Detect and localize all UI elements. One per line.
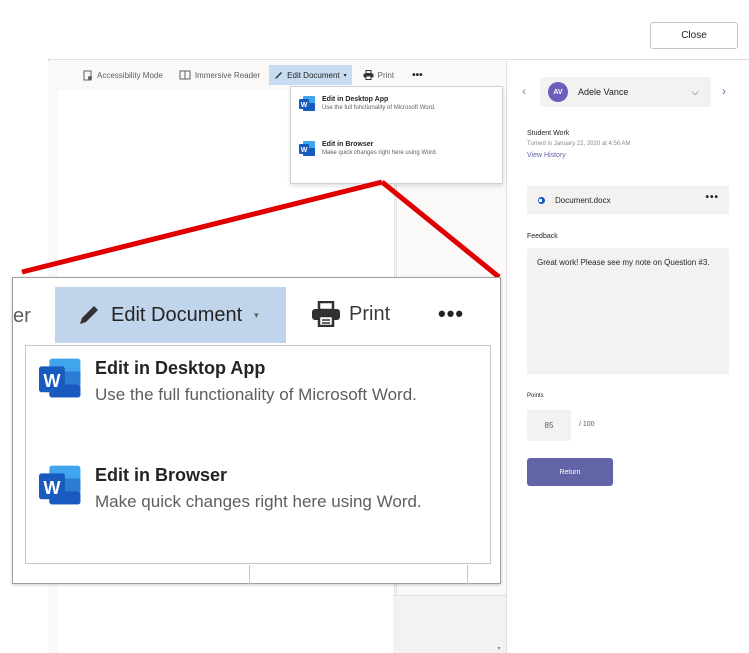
svg-text:W: W xyxy=(43,371,61,391)
chevron-down-icon: ▾ xyxy=(343,72,347,79)
document-toolbar: Accessibility Mode Immersive Reader Edit… xyxy=(48,61,507,89)
zoomed-print-label: Print xyxy=(349,302,391,325)
printer-icon xyxy=(312,301,340,327)
menu-item-title: Edit in Browser xyxy=(322,141,374,148)
svg-text:W: W xyxy=(301,147,308,154)
return-button[interactable]: Return xyxy=(527,458,613,486)
student-selector[interactable]: AV Adele Vance ⌵ xyxy=(540,77,711,107)
feedback-label: Feedback xyxy=(527,233,558,240)
points-label: Points xyxy=(527,393,544,399)
svg-text:W: W xyxy=(43,478,61,498)
edit-document-label: Edit Document xyxy=(287,70,340,80)
turned-in-timestamp: Turned in January 22, 2020 at 4:56 AM xyxy=(527,141,631,147)
zoomed-print-button[interactable]: Print xyxy=(311,301,390,327)
edit-in-desktop-app-item[interactable]: W Edit in Desktop App Use the full funct… xyxy=(291,95,504,112)
scroll-down-icon[interactable]: ▾ xyxy=(494,645,504,653)
edit-document-button[interactable]: Edit Document ▾ xyxy=(269,65,352,85)
zoomed-edit-document-menu: W Edit in Desktop App Use the full funct… xyxy=(25,345,491,564)
document-gutter xyxy=(393,595,506,653)
document-name: Document.docx xyxy=(555,195,611,205)
zoomed-partial-label: er xyxy=(13,305,31,327)
menu-item-description: Use the full functionality of Microsoft … xyxy=(322,105,436,111)
zoomed-edit-document-button[interactable]: Edit Document ▾ xyxy=(55,287,286,343)
accessibility-mode-label: Accessibility Mode xyxy=(97,70,163,80)
print-label: Print xyxy=(377,70,395,80)
immersive-reader-button[interactable]: Immersive Reader xyxy=(174,65,265,85)
pencil-icon xyxy=(275,71,283,79)
chevron-down-icon: ▾ xyxy=(254,309,259,320)
zoomed-divider xyxy=(467,565,468,584)
zoomed-edit-in-desktop-app-item[interactable]: W Edit in Desktop App Use the full funct… xyxy=(26,356,492,407)
student-name: Adele Vance xyxy=(578,87,629,97)
word-icon: W xyxy=(39,358,81,398)
edit-document-menu: W Edit in Desktop App Use the full funct… xyxy=(290,86,503,184)
points-max: / 100 xyxy=(579,421,595,428)
avatar: AV xyxy=(548,82,568,102)
svg-text:W: W xyxy=(301,102,308,109)
menu-item-title: Edit in Desktop App xyxy=(322,96,389,103)
more-options-button[interactable]: ••• xyxy=(407,65,428,85)
edit-in-browser-item[interactable]: W Edit in Browser Make quick changes rig… xyxy=(291,140,504,157)
zoomed-more-options-button[interactable]: ••• xyxy=(438,301,464,327)
menu-item-description: Make quick changes right here using Word… xyxy=(95,492,422,511)
word-icon: W xyxy=(299,141,315,156)
accessibility-icon xyxy=(83,70,92,80)
feedback-textarea[interactable]: Great work! Please see my note on Questi… xyxy=(527,248,729,374)
immersive-reader-label: Immersive Reader xyxy=(194,70,261,80)
points-input[interactable]: 85 xyxy=(527,410,571,441)
close-button[interactable]: Close xyxy=(650,22,738,49)
previous-student-icon[interactable]: ‹ xyxy=(522,84,526,98)
zoomed-edit-document-label: Edit Document xyxy=(111,303,243,326)
top-bar xyxy=(48,10,749,60)
pencil-icon xyxy=(80,306,98,324)
menu-item-description: Make quick changes right here using Word… xyxy=(322,150,438,156)
accessibility-mode-button[interactable]: Accessibility Mode xyxy=(78,65,168,85)
word-icon: W xyxy=(299,96,315,111)
word-icon: W xyxy=(39,465,81,505)
document-icon xyxy=(538,196,545,204)
menu-item-description: Use the full functionality of Microsoft … xyxy=(95,385,417,404)
student-work-heading: Student Work xyxy=(527,130,570,137)
menu-item-title: Edit in Desktop App xyxy=(95,358,266,378)
immersive-reader-icon xyxy=(179,70,191,80)
view-history-link[interactable]: View History xyxy=(527,152,566,159)
zoomed-edit-in-browser-item[interactable]: W Edit in Browser Make quick changes rig… xyxy=(26,463,492,514)
chevron-down-icon: ⌵ xyxy=(691,86,699,98)
next-student-icon[interactable]: › xyxy=(722,84,726,98)
menu-item-title: Edit in Browser xyxy=(95,465,228,485)
document-more-options-button[interactable]: ••• xyxy=(705,192,719,203)
zoomed-toolbar: er Edit Document ▾ Print ••• xyxy=(13,287,500,343)
print-button[interactable]: Print xyxy=(358,65,399,85)
attached-document[interactable]: Document.docx ••• xyxy=(527,186,729,214)
zoomed-divider xyxy=(249,565,250,584)
printer-icon xyxy=(363,70,374,80)
